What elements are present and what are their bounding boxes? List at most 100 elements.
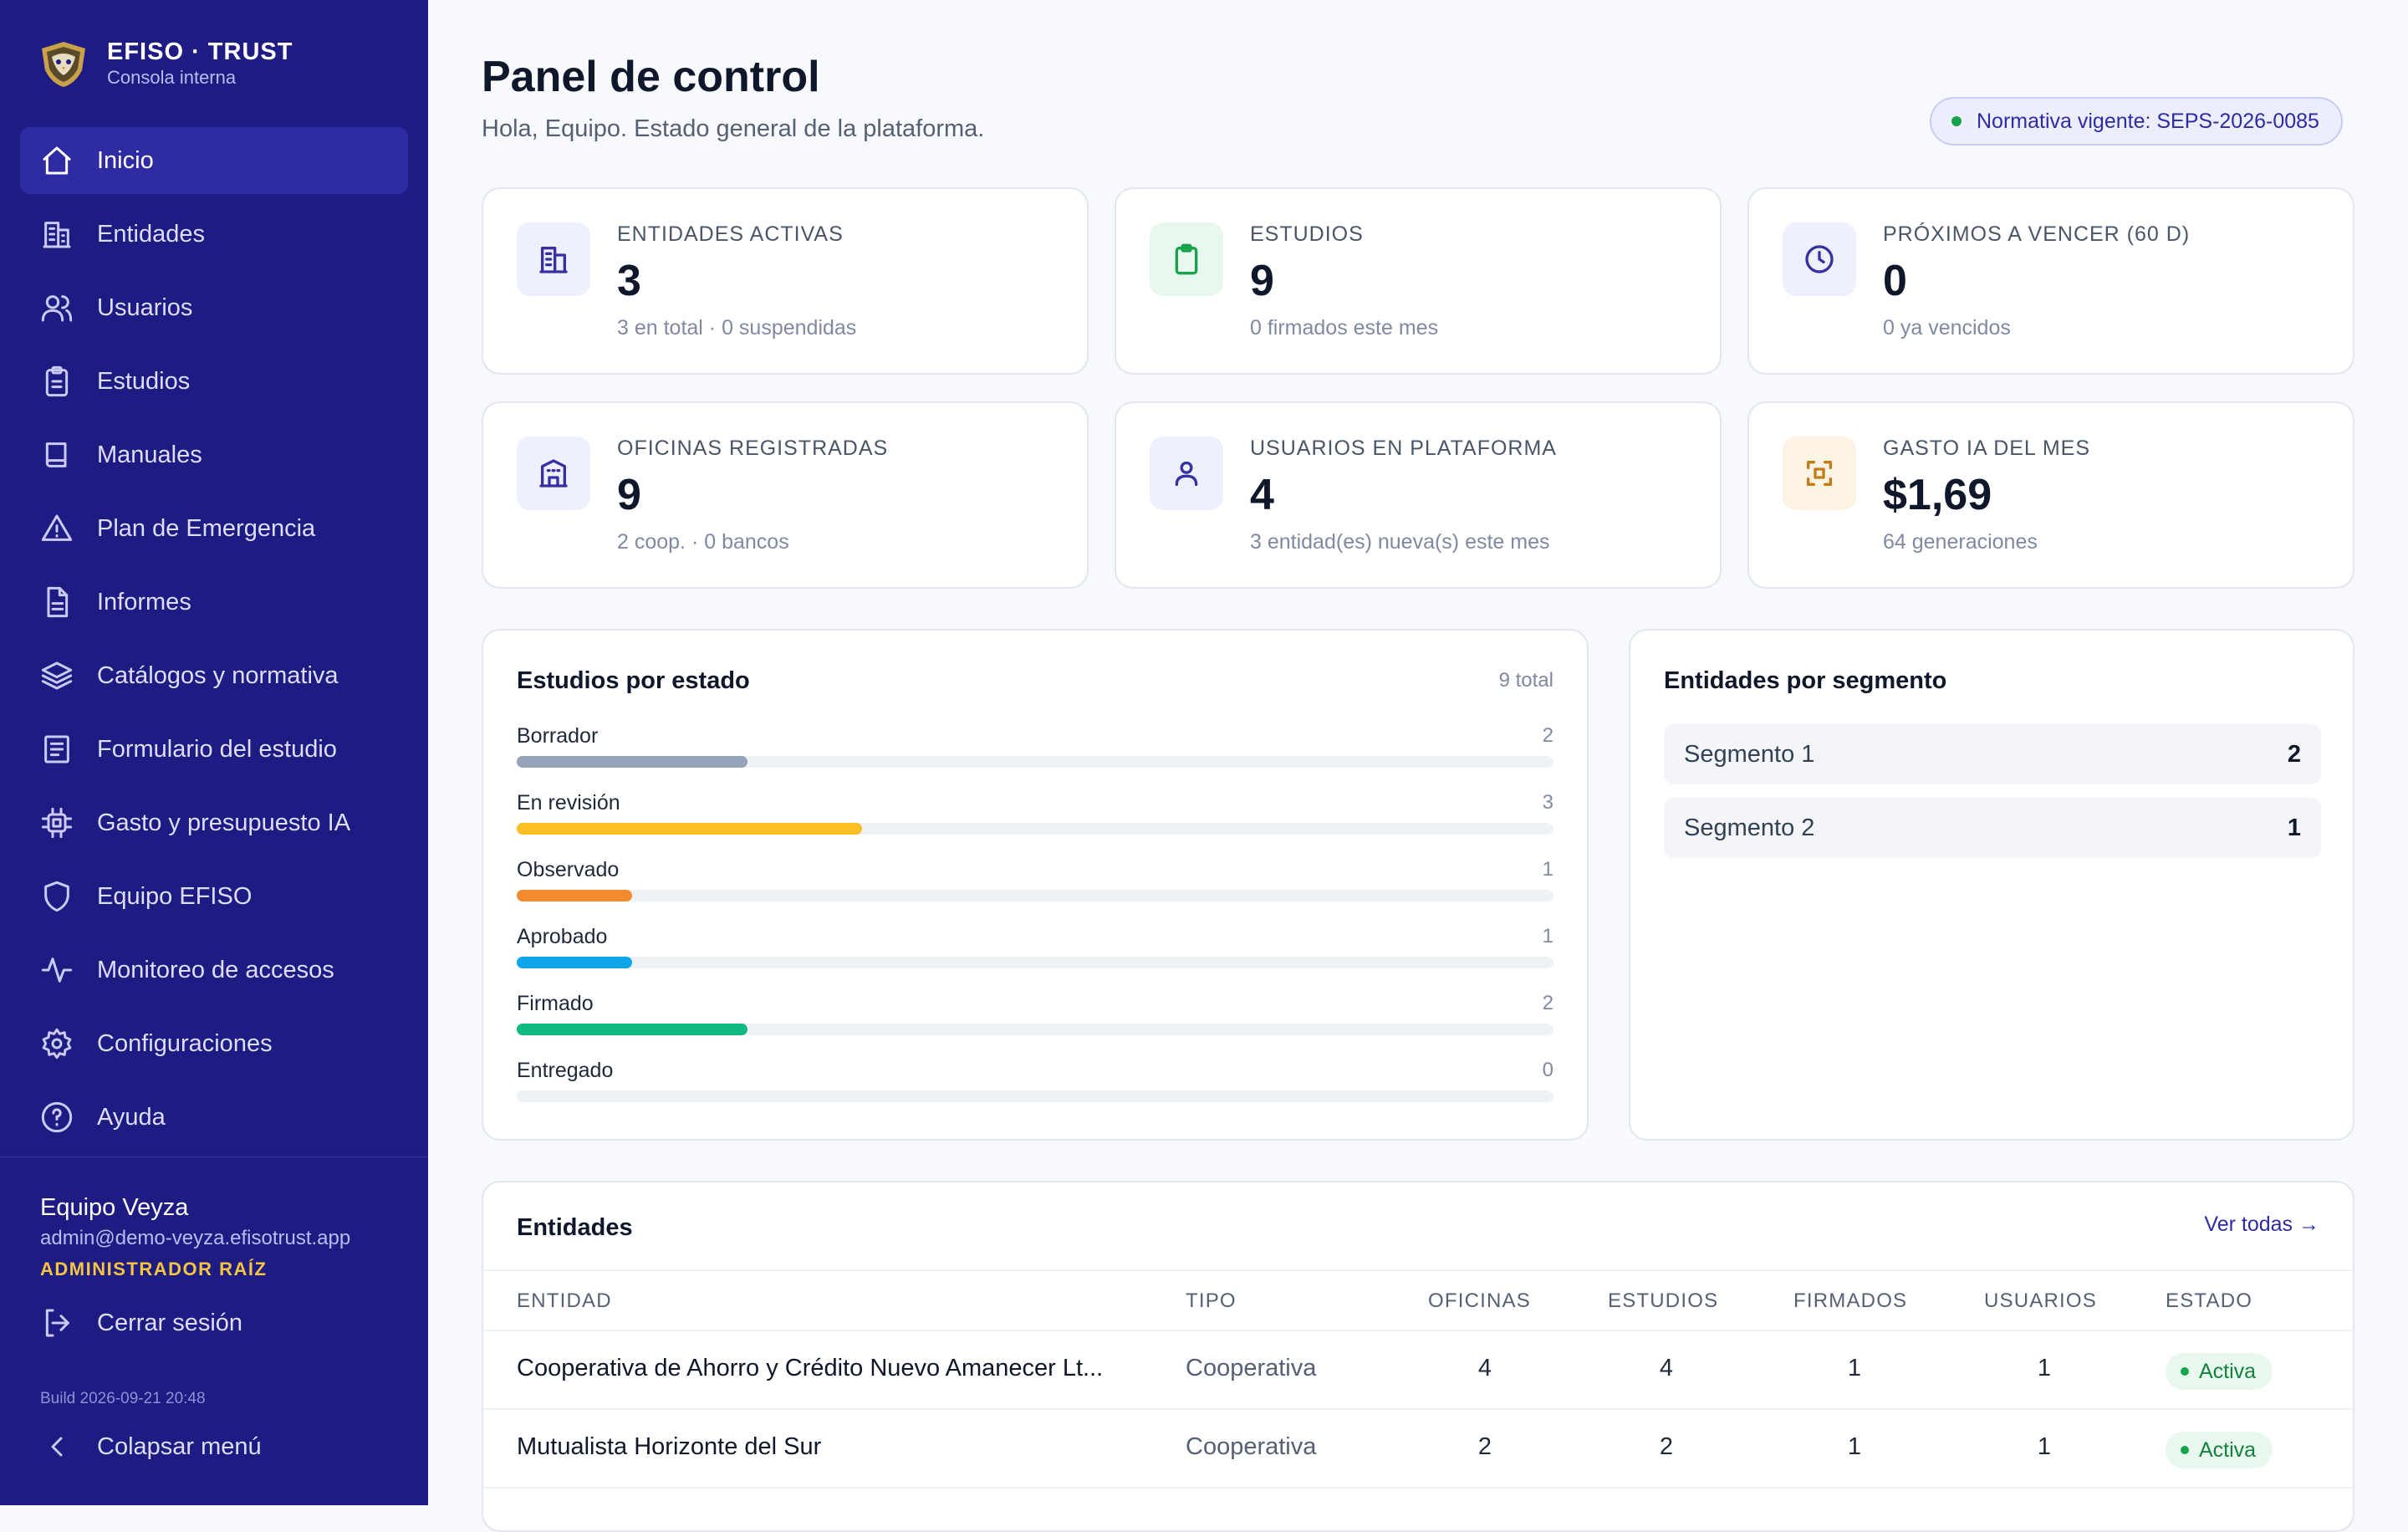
entidades-table-card: Entidades Ver todas → ENTIDAD TIPO OFICI… xyxy=(482,1181,2354,1532)
stat-note: 0 ya vencidos xyxy=(1883,316,2011,340)
table-row[interactable]: Mutualista Horizonte del Sur Cooperativa… xyxy=(483,1410,2353,1489)
sidebar-item-formulario[interactable]: Formulario del estudio xyxy=(20,716,408,783)
stat-card-entidades[interactable]: ENTIDADES ACTIVAS 3 3 en total · 0 suspe… xyxy=(482,187,1089,375)
logout-label: Cerrar sesión xyxy=(97,1309,243,1336)
stat-card-proximos-vencer[interactable]: PRÓXIMOS A VENCER (60 D) 0 0 ya vencidos xyxy=(1747,187,2354,375)
stat-card-oficinas[interactable]: OFICINAS REGISTRADAS 9 2 coop. · 0 banco… xyxy=(482,401,1089,589)
estado-count: 2 xyxy=(1542,724,1553,747)
clipboard-icon xyxy=(40,365,74,398)
column-header[interactable]: ENTIDAD xyxy=(517,1289,612,1313)
sidebar-item-catalogos[interactable]: Catálogos y normativa xyxy=(20,642,408,709)
estado-label: Observado xyxy=(517,858,620,881)
entidades-por-segmento-card: Entidades por segmento Segmento 1 2 Segm… xyxy=(1629,629,2354,1141)
sidebar-item-label: Estudios xyxy=(97,367,191,395)
estado-bar-row[interactable]: Entregado 0 xyxy=(517,1059,1553,1102)
estado-bar-row[interactable]: Aprobado 1 xyxy=(517,925,1553,968)
estado-bar-row[interactable]: En revisión 3 xyxy=(517,791,1553,835)
estado-bar-row[interactable]: Observado 1 xyxy=(517,858,1553,901)
user-email: admin@demo-veyza.efisotrust.app xyxy=(40,1227,351,1249)
table-row[interactable]: Cooperativa de Ahorro y Crédito Nuevo Am… xyxy=(483,1331,2353,1410)
stat-label: USUARIOS EN PLATAFORMA xyxy=(1250,437,1557,460)
brand[interactable]: EFISO · TRUST Consola interna xyxy=(37,37,293,90)
column-header[interactable]: USUARIOS xyxy=(1984,1289,2097,1313)
estado-bar-row[interactable]: Borrador 2 xyxy=(517,724,1553,768)
sidebar-item-manuales[interactable]: Manuales xyxy=(20,421,408,488)
sidebar-item-plan-emergencia[interactable]: Plan de Emergencia xyxy=(20,495,408,562)
ver-todas-link[interactable]: Ver todas → xyxy=(2204,1213,2319,1237)
estado-count: 1 xyxy=(1542,858,1553,881)
users-icon xyxy=(40,291,74,324)
logout-icon xyxy=(40,1306,74,1340)
warning-icon xyxy=(40,512,74,545)
sidebar-item-entidades[interactable]: Entidades xyxy=(20,201,408,268)
estado-count: 1 xyxy=(1542,925,1553,947)
stat-label: GASTO IA DEL MES xyxy=(1883,437,2091,460)
estado-bar-row[interactable]: Firmado 2 xyxy=(517,992,1553,1035)
clock-icon xyxy=(1783,222,1856,296)
estado-count: 0 xyxy=(1542,1059,1553,1081)
sidebar-item-label: Catálogos y normativa xyxy=(97,661,339,689)
column-header[interactable]: FIRMADOS xyxy=(1793,1289,1907,1313)
column-header[interactable]: OFICINAS xyxy=(1428,1289,1531,1313)
sidebar-item-inicio[interactable]: Inicio xyxy=(20,127,408,194)
sidebar-item-estudios[interactable]: Estudios xyxy=(20,348,408,415)
section-title: Entidades xyxy=(517,1214,633,1241)
chevron-left-icon xyxy=(40,1430,74,1463)
office-icon xyxy=(517,437,590,510)
estado-bar-track xyxy=(517,1024,1553,1035)
user-role: ADMINISTRADOR RAÍZ xyxy=(40,1259,268,1279)
normativa-badge[interactable]: Normativa vigente: SEPS-2026-0085 xyxy=(1930,97,2343,146)
collapse-menu-button[interactable]: Colapsar menú xyxy=(40,1430,262,1463)
gear-icon xyxy=(40,1027,74,1060)
sidebar-item-label: Formulario del estudio xyxy=(97,735,337,763)
brand-title: EFISO · TRUST xyxy=(107,38,293,65)
estado-count: 2 xyxy=(1542,992,1553,1014)
status-badge: Activa xyxy=(2166,1353,2273,1390)
logout-button[interactable]: Cerrar sesión xyxy=(40,1306,242,1340)
sidebar-item-monitoreo[interactable]: Monitoreo de accesos xyxy=(20,937,408,1003)
sidebar-item-label: Inicio xyxy=(97,146,154,174)
file-icon xyxy=(40,585,74,619)
sidebar-item-informes[interactable]: Informes xyxy=(20,569,408,636)
estado-bar-fill xyxy=(517,890,632,901)
user-icon xyxy=(1150,437,1223,510)
status-label: Activa xyxy=(2199,1359,2257,1383)
stat-card-estudios[interactable]: ESTUDIOS 9 0 firmados este mes xyxy=(1115,187,1722,375)
form-icon xyxy=(40,733,74,766)
sidebar-item-gasto-ia[interactable]: Gasto y presupuesto IA xyxy=(20,789,408,856)
stat-value: 4 xyxy=(1250,471,1274,519)
column-header[interactable]: ESTUDIOS xyxy=(1608,1289,1718,1313)
page-title: Panel de control xyxy=(482,53,820,101)
estado-bar-track xyxy=(517,1090,1553,1102)
entidad-usuarios: 1 xyxy=(2037,1355,2052,1381)
table-header: ENTIDAD TIPO OFICINAS ESTUDIOS FIRMADOS … xyxy=(483,1269,2353,1331)
status-label: Activa xyxy=(2199,1438,2257,1462)
sidebar-item-configuraciones[interactable]: Configuraciones xyxy=(20,1010,408,1077)
sidebar-item-equipo[interactable]: Equipo EFISO xyxy=(20,863,408,930)
segment-row[interactable]: Segmento 1 2 xyxy=(1664,724,2321,784)
estado-bar-track xyxy=(517,890,1553,901)
stat-note: 3 entidad(es) nueva(s) este mes xyxy=(1250,530,1550,554)
entidad-name[interactable]: Cooperativa de Ahorro y Crédito Nuevo Am… xyxy=(517,1355,1103,1382)
estado-label: Aprobado xyxy=(517,925,608,948)
building-icon xyxy=(40,217,74,251)
stat-value: 9 xyxy=(617,471,641,519)
sidebar-item-ayuda[interactable]: Ayuda xyxy=(20,1084,408,1151)
sidebar-item-label: Entidades xyxy=(97,220,205,248)
entidad-name[interactable]: Mutualista Horizonte del Sur xyxy=(517,1433,821,1461)
sidebar-item-usuarios[interactable]: Usuarios xyxy=(20,274,408,341)
entidad-estudios: 4 xyxy=(1659,1355,1674,1381)
stat-label: ENTIDADES ACTIVAS xyxy=(617,222,844,246)
estado-bar-fill xyxy=(517,823,863,835)
stat-note: 64 generaciones xyxy=(1883,530,2038,554)
layers-icon xyxy=(40,659,74,692)
sidebar-item-label: Manuales xyxy=(97,441,202,468)
column-header[interactable]: TIPO xyxy=(1186,1289,1237,1313)
entidad-firmados: 1 xyxy=(1847,1433,1862,1460)
segment-row[interactable]: Segmento 2 1 xyxy=(1664,798,2321,858)
stat-card-usuarios[interactable]: USUARIOS EN PLATAFORMA 4 3 entidad(es) n… xyxy=(1115,401,1722,589)
stat-label: ESTUDIOS xyxy=(1250,222,1364,246)
column-header[interactable]: ESTADO xyxy=(2166,1289,2252,1313)
stat-card-gasto-ia[interactable]: GASTO IA DEL MES $1,69 64 generaciones xyxy=(1747,401,2354,589)
stat-value: 9 xyxy=(1250,257,1274,305)
